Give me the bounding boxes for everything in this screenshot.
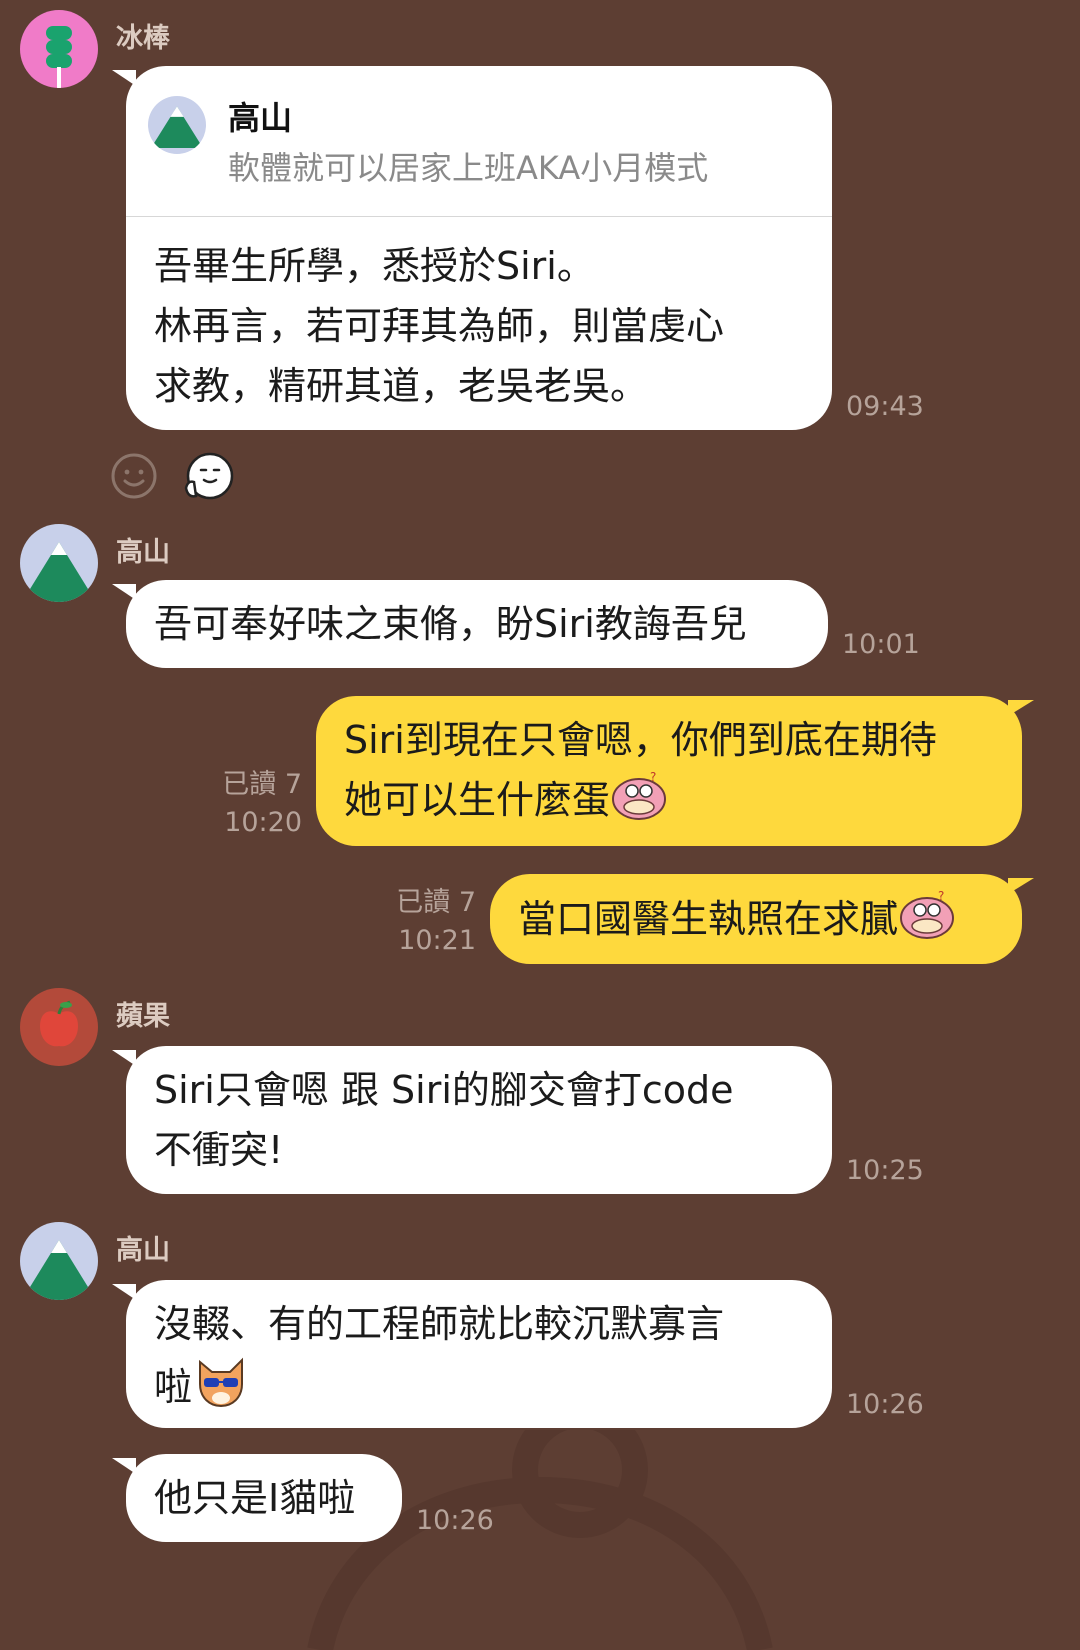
reply-snippet-text: 軟體就可以居家上班AKA小月模式	[228, 149, 709, 187]
message-time: 10:25	[846, 1155, 924, 1186]
message-bubble[interactable]: Siri只會嗯 跟 Siri的腳交會打code 不衝突!	[126, 1046, 832, 1194]
message-time: 10:01	[842, 629, 920, 660]
svg-text:?: ?	[938, 890, 944, 903]
message-line: 求教，精研其道，老吳老吳。	[154, 364, 649, 408]
message-time: 10:26	[416, 1505, 494, 1536]
message-line: Siri到現在只會嗯，你們到底在期待	[344, 718, 937, 762]
message-line: 他只是I貓啦	[154, 1476, 356, 1520]
message-bubble[interactable]: 吾可奉好味之束脩，盼Siri教誨吾兒	[126, 580, 828, 668]
thumbs-up-reaction-sticker[interactable]	[182, 452, 236, 506]
slowpoke-emoji: ?	[898, 889, 956, 957]
message-time: 10:26	[846, 1389, 924, 1420]
message-bubble[interactable]: Siri到現在只會嗯，你們到底在期待 她可以生什麼蛋 ?	[316, 696, 1022, 846]
sender-name: 冰棒	[116, 23, 170, 54]
message-line: 林再言，若可拜其為師，則當虔心	[154, 304, 725, 348]
smiley-reaction-icon[interactable]	[110, 452, 158, 504]
svg-text:?: ?	[650, 771, 656, 784]
message-time: 09:43	[846, 391, 924, 422]
message-time: 10:21	[398, 925, 476, 956]
popsicle-avatar[interactable]	[20, 10, 98, 88]
sender-name: 高山	[116, 1235, 170, 1266]
message-line: 吾畢生所學，悉授於Siri。	[154, 244, 595, 288]
message-text: 吾畢生所學，悉授於Siri。 林再言，若可拜其為師，則當虔心 求教，精研其道，老…	[154, 236, 724, 416]
message-line: 吾可奉好味之束脩，盼Siri教誨吾兒	[154, 602, 747, 646]
message-line: Siri只會嗯 跟 Siri的腳交會打code	[154, 1068, 734, 1112]
reply-quote[interactable]: 高山 軟體就可以居家上班AKA小月模式	[126, 66, 832, 217]
read-receipt: 已讀 7	[396, 887, 476, 918]
read-receipt: 已讀 7	[222, 769, 302, 800]
sender-name: 蘋果	[116, 1001, 170, 1032]
apple-avatar[interactable]	[20, 988, 98, 1066]
message-bubble[interactable]: 沒輟、有的工程師就比較沉默寡言 啦	[126, 1280, 832, 1428]
message-bubble[interactable]: 他只是I貓啦	[126, 1454, 402, 1542]
message-time: 10:20	[224, 807, 302, 838]
sender-name: 高山	[116, 537, 170, 568]
mountain-avatar	[148, 96, 206, 154]
cool-fox-emoji	[192, 1354, 250, 1425]
mountain-avatar[interactable]	[20, 1222, 98, 1300]
message-bubble[interactable]: 當口國醫生執照在求膩 ?	[490, 874, 1022, 964]
message-line: 她可以生什麼蛋	[344, 778, 611, 822]
message-line: 啦	[154, 1365, 193, 1409]
message-bubble[interactable]: 高山 軟體就可以居家上班AKA小月模式 吾畢生所學，悉授於Siri。 林再言，若…	[126, 66, 832, 430]
slowpoke-emoji: ?	[610, 770, 668, 838]
message-line: 沒輟、有的工程師就比較沉默寡言	[154, 1302, 725, 1346]
message-line: 不衝突!	[154, 1128, 284, 1172]
mountain-avatar[interactable]	[20, 524, 98, 602]
message-line: 當口國醫生執照在求膩	[518, 897, 899, 941]
